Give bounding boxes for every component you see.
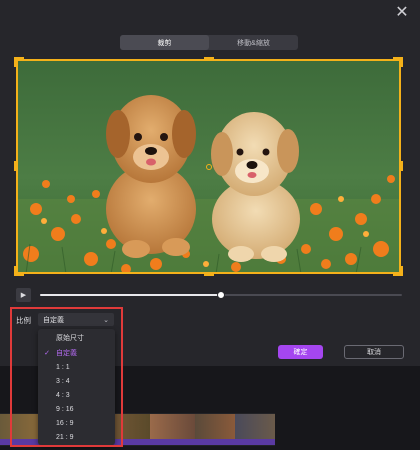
crop-handle-bottom-right[interactable] — [399, 266, 403, 276]
ratio-option-21-9[interactable]: 21 : 9 — [38, 430, 115, 444]
ratio-option-4-3[interactable]: 4 : 3 — [38, 388, 115, 402]
ratio-option-3-4[interactable]: 3 : 4 — [38, 374, 115, 388]
chevron-down-icon: ⌄ — [103, 316, 109, 324]
crop-handle-right[interactable] — [399, 161, 403, 171]
close-icon[interactable]: ✕ — [394, 5, 410, 21]
mode-tabs: 裁剪 移動&縮放 — [120, 35, 298, 50]
ratio-option-original[interactable]: 原始尺寸 — [38, 331, 115, 345]
ratio-option-custom[interactable]: ✓ 自定義 — [38, 346, 115, 360]
playback-thumb[interactable] — [217, 291, 225, 299]
ratio-option-16-9[interactable]: 16 : 9 — [38, 416, 115, 430]
ratio-option-1-1[interactable]: 1 : 1 — [38, 360, 115, 374]
ratio-label: 比例 — [16, 316, 31, 325]
tab-move-zoom[interactable]: 移動&縮放 — [209, 35, 298, 50]
crop-handle-top[interactable] — [204, 57, 214, 61]
tab-crop[interactable]: 裁剪 — [120, 35, 209, 50]
ratio-dropdown-menu: 原始尺寸 ✓ 自定義 1 : 1 3 : 4 4 : 3 9 : 16 16 : … — [38, 329, 115, 445]
crop-handle-bottom[interactable] — [204, 272, 214, 276]
timeline-clip[interactable] — [195, 414, 235, 439]
playback-progress — [40, 294, 221, 296]
cancel-button[interactable]: 取消 — [344, 345, 404, 359]
crop-handle-bottom-left[interactable] — [14, 266, 18, 276]
timeline-clip[interactable] — [235, 414, 275, 439]
ratio-option-9-16[interactable]: 9 : 16 — [38, 402, 115, 416]
crop-center-icon — [206, 164, 212, 170]
crop-handle-left[interactable] — [14, 161, 18, 171]
playback-slider[interactable] — [40, 291, 402, 299]
play-icon[interactable]: ▶ — [16, 288, 31, 302]
timeline-clip[interactable] — [0, 414, 40, 439]
timeline-clip[interactable] — [150, 414, 195, 439]
check-icon: ✓ — [44, 350, 50, 357]
ratio-selected-value: 自定義 — [43, 316, 64, 324]
crop-dialog: ✕ 裁剪 移動&縮放 ▶ 比例 自定義 ⌄ 確定 取消 — [0, 0, 420, 366]
crop-handle-top-right[interactable] — [399, 57, 403, 67]
crop-handle-top-left[interactable] — [14, 57, 18, 67]
confirm-button[interactable]: 確定 — [278, 345, 323, 359]
ratio-select[interactable]: 自定義 ⌄ — [38, 313, 114, 326]
